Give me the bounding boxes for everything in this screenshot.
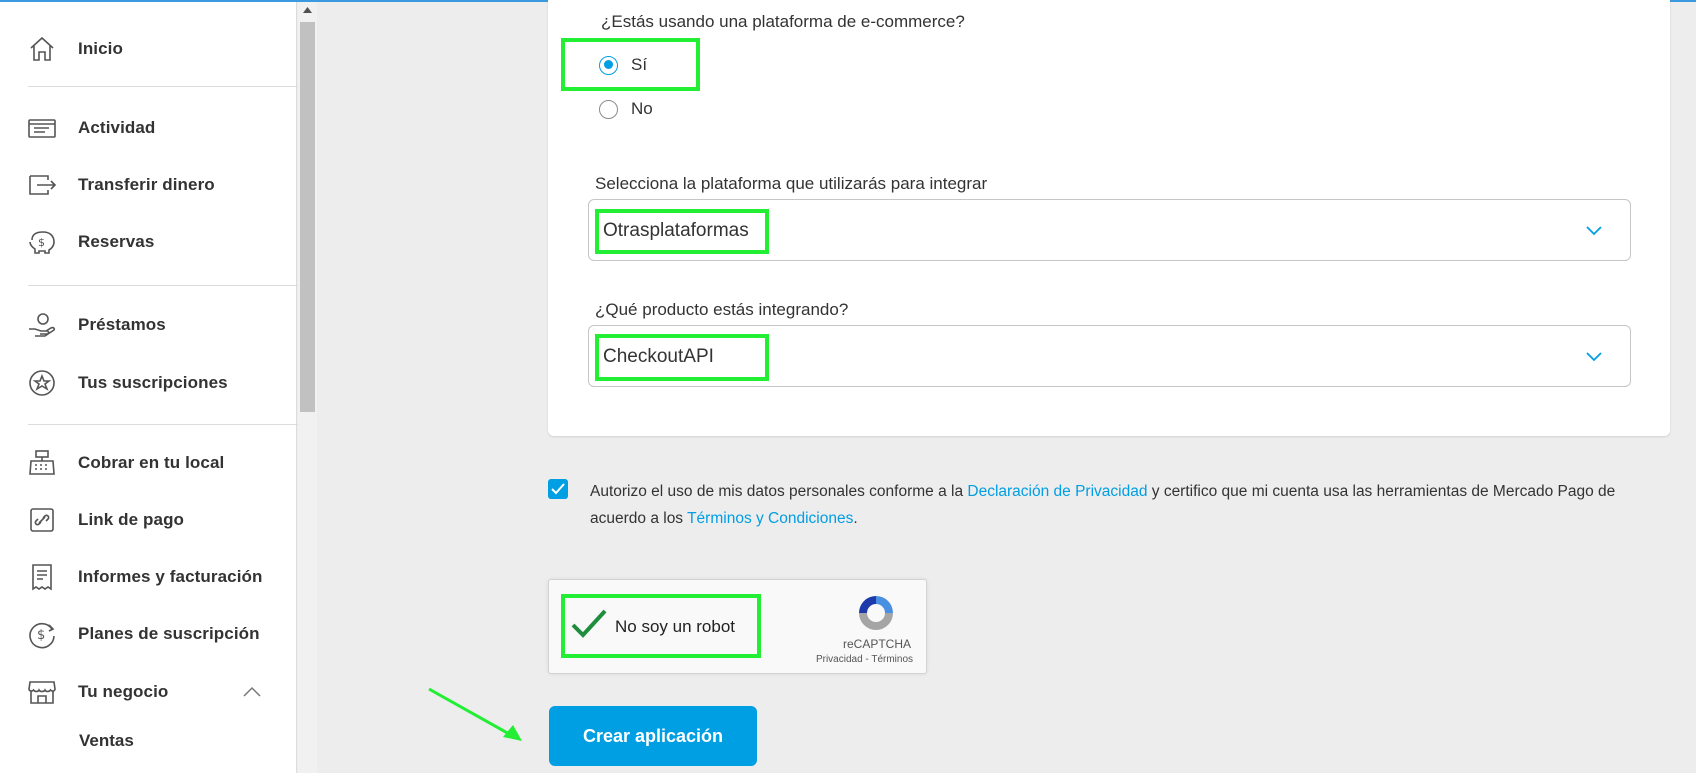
cash-register-icon [26,447,58,479]
radio-option-no[interactable]: No [599,99,653,119]
platform-select-value: Otrasplataformas [603,220,749,241]
home-icon [26,33,58,65]
sidebar-item-informes-y-facturacion[interactable]: Informes y facturación [26,557,276,597]
radio-option-yes[interactable]: Sí [599,55,647,75]
sidebar-item-label: Link de pago [78,510,185,529]
consent-checkbox[interactable] [548,479,568,499]
sidebar-item-label: Inicio [78,39,123,58]
recaptcha-brand: reCAPTCHA [842,637,911,651]
receipt-icon [26,561,58,593]
star-badge-icon [26,367,58,399]
radio-label-no: No [631,99,653,118]
sidebar-divider [28,424,298,425]
transfer-icon [26,169,58,201]
sidebar-item-label: Actividad [78,118,156,137]
recaptcha-logo-icon [859,596,893,630]
consent-text: Autorizo el uso de mis datos personales … [590,478,1670,532]
sidebar-item-tus-suscripciones[interactable]: Tus suscripciones [26,363,276,403]
sidebar-item-transferir-dinero[interactable]: Transferir dinero [26,165,276,205]
svg-text:$: $ [38,236,45,249]
consent-text-part: . [853,510,858,527]
sidebar-divider [28,285,298,286]
terms-and-conditions-link[interactable]: Términos y Condiciones [687,510,853,527]
sidebar-item-link-de-pago[interactable]: Link de pago [26,500,276,540]
sidebar-item-label: Planes de suscripción [78,624,260,643]
sidebar-item-actividad[interactable]: Actividad [26,108,276,148]
chevron-down-icon [1586,352,1602,362]
create-application-button[interactable]: Crear aplicación [549,706,757,766]
sidebar-scrollbar-thumb[interactable] [300,22,315,412]
chevron-down-icon [1586,226,1602,236]
sidebar-item-inicio[interactable]: Inicio [26,29,276,69]
sidebar-item-prestamos[interactable]: Préstamos [26,305,276,345]
sidebar-item-reservas[interactable]: $ Reservas [26,222,276,262]
payment-link-icon [26,504,58,536]
scroll-up-arrow-icon[interactable] [302,4,313,16]
product-select-value: CheckoutAPI [603,346,714,367]
sidebar-subitem-ventas[interactable]: Ventas [79,731,134,751]
platform-select[interactable]: Otrasplataformas [588,199,1631,261]
checkmark-icon [551,483,565,495]
sidebar-item-label: Cobrar en tu local [78,453,225,472]
radio-button-yes[interactable] [599,55,618,75]
sidebar-item-label: Transferir dinero [78,175,215,194]
ecommerce-question-label: ¿Estás usando una plataforma de e-commer… [601,12,965,31]
consent-text-part: Autorizo el uso de mis datos personales … [590,483,968,500]
sidebar-item-planes-de-suscripcion[interactable]: $ Planes de suscripción [26,614,276,654]
recaptcha-checkmark-icon[interactable] [570,608,608,640]
sidebar-item-label: Reservas [78,232,155,251]
sidebar-item-label: Informes y facturación [78,567,263,586]
chevron-up-icon[interactable] [242,686,262,698]
sidebar-item-label: Tu negocio [78,682,169,701]
privacy-policy-link[interactable]: Declaración de Privacidad [967,483,1147,500]
sidebar-item-cobrar-en-tu-local[interactable]: Cobrar en tu local [26,443,276,483]
recaptcha-label: No soy un robot [615,617,736,636]
sidebar-item-label: Préstamos [78,315,166,334]
sidebar-item-label: Tus suscripciones [78,373,228,392]
sidebar-item-tu-negocio[interactable]: Tu negocio [26,672,276,712]
loan-hand-icon [26,309,58,341]
platform-select-label: Selecciona la plataforma que utilizarás … [595,174,988,193]
subscription-plan-icon: $ [26,618,58,650]
piggy-bank-icon: $ [26,226,58,258]
product-select-label: ¿Qué producto estás integrando? [595,300,849,319]
sidebar-divider [28,86,298,87]
annotation-arrow-icon [428,687,522,741]
recaptcha-links[interactable]: Privacidad - Términos [812,654,917,665]
product-select[interactable]: CheckoutAPI [588,325,1631,387]
svg-text:$: $ [37,628,45,643]
activity-icon [26,112,58,144]
store-icon [26,676,58,708]
radio-label-yes: Sí [631,55,648,74]
sidebar: Inicio Actividad Transferir dinero $ Res… [0,2,298,773]
radio-button-no[interactable] [599,99,618,119]
